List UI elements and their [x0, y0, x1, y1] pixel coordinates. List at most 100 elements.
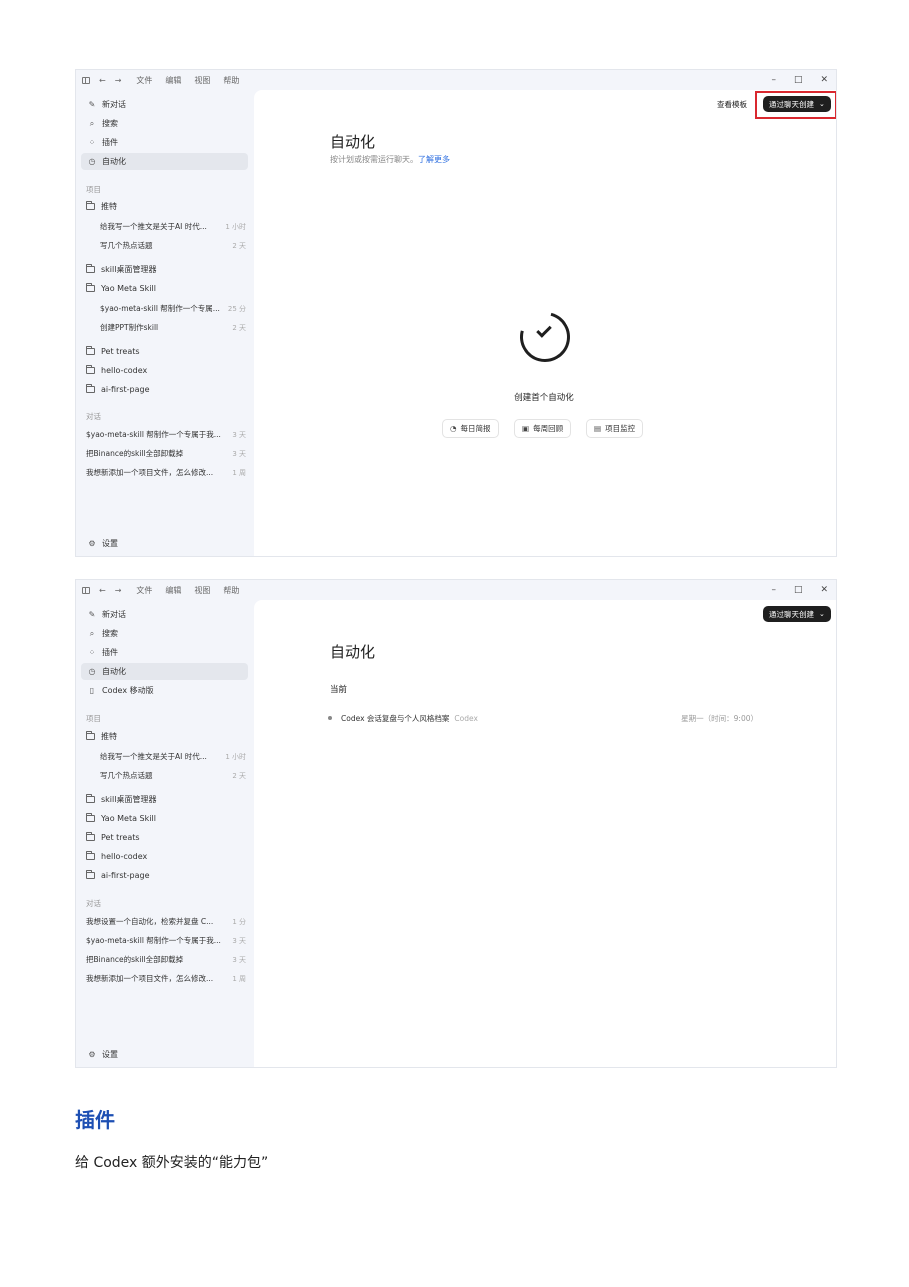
folder-icon	[86, 384, 95, 393]
conversation-item[interactable]: 把Binance的skill全部卸载掉 3 天	[86, 445, 246, 462]
project-item[interactable]: ai-first-page	[81, 381, 248, 398]
sidebar-item-label: 自动化	[102, 667, 126, 676]
project-chat-item[interactable]: 给我写一个推文是关于AI 时代... 1 小时	[100, 218, 246, 235]
project-chat-item[interactable]: $yao-meta-skill 帮制作一个专属... 25 分	[100, 300, 246, 317]
conversation-item[interactable]: 我想新添加一个项目文件，怎么修改... 1 周	[86, 464, 246, 481]
menu-view[interactable]: 视图	[194, 585, 210, 596]
back-arrow-icon[interactable]: ←	[99, 586, 106, 595]
template-chip-weekly-review[interactable]: ▣ 每周回顾	[514, 419, 572, 438]
project-item[interactable]: hello-codex	[81, 362, 248, 379]
folder-icon	[86, 201, 95, 210]
project-label: skill桌面管理器	[101, 795, 157, 804]
close-icon[interactable]: ✕	[820, 585, 828, 595]
project-label: hello-codex	[101, 366, 148, 375]
sidebar-item-plugins[interactable]: ⁘ 插件	[81, 134, 248, 151]
sidebar-item-search[interactable]: ⌕ 搜索	[81, 115, 248, 132]
folder-icon	[86, 794, 95, 803]
chip-label: 每日简报	[460, 424, 491, 433]
toggle-sidebar-icon[interactable]	[82, 586, 90, 594]
sidebar: ✎ 新对话 ⌕ 搜索 ⁘ 插件 ◷ 自动化 项目 推特 给我写一个推文是关于AI…	[76, 90, 254, 556]
chat-time: 1 分	[232, 917, 246, 926]
chat-label: $yao-meta-skill 帮制作一个专属于我...	[86, 936, 221, 945]
chip-label: 每周回顾	[533, 424, 564, 433]
project-chat-item[interactable]: 写几个热点话题 2 天	[100, 767, 246, 784]
template-chip-project-monitor[interactable]: ▤ 项目监控	[586, 419, 644, 438]
sidebar-item-automation[interactable]: ◷ 自动化	[81, 663, 248, 680]
view-templates-button[interactable]: 查看模板	[717, 99, 747, 110]
back-arrow-icon[interactable]: ←	[99, 76, 106, 85]
chevron-down-icon: ⌄	[819, 610, 825, 618]
menu-file[interactable]: 文件	[136, 585, 152, 596]
project-label: Yao Meta Skill	[101, 814, 156, 823]
automation-row[interactable]: Codex 会话复盘与个人风格档案 Codex 星期一（时间：9:00）	[328, 710, 758, 726]
chat-label: 写几个热点话题	[100, 241, 153, 250]
chat-label: 给我写一个推文是关于AI 时代...	[100, 752, 207, 761]
chat-label: 我想新添加一个项目文件，怎么修改...	[86, 468, 214, 477]
calendar-icon: ▣	[522, 424, 530, 433]
project-item[interactable]: skill桌面管理器	[81, 791, 248, 808]
learn-more-link[interactable]: 了解更多	[418, 155, 450, 164]
create-via-chat-button[interactable]: 通过聊天创建 ⌄	[763, 606, 831, 622]
window-titlebar: ← → 文件 编辑 视图 帮助 – □ ✕	[76, 580, 836, 600]
project-item[interactable]: ai-first-page	[81, 867, 248, 884]
maximize-icon[interactable]: □	[794, 75, 803, 85]
menu-help[interactable]: 帮助	[223, 585, 239, 596]
sidebar-item-new-chat[interactable]: ✎ 新对话	[81, 96, 248, 113]
maximize-icon[interactable]: □	[794, 585, 803, 595]
sidebar-item-automation[interactable]: ◷ 自动化	[81, 153, 248, 170]
sidebar-item-settings[interactable]: ⚙ 设置	[81, 535, 248, 552]
window-titlebar: ← → 文件 编辑 视图 帮助 – □ ✕	[76, 70, 836, 90]
sidebar-item-new-chat[interactable]: ✎ 新对话	[81, 606, 248, 623]
project-chat-item[interactable]: 创建PPT制作skill 2 天	[100, 319, 246, 336]
automation-schedule: 星期一（时间：9:00）	[681, 713, 758, 723]
sidebar-item-codex-mobile[interactable]: ▯ Codex 移动版	[81, 682, 248, 699]
conversation-item[interactable]: 我想设置一个自动化，检索并复盘 C... 1 分	[86, 913, 246, 930]
conversation-item[interactable]: 我想新添加一个项目文件，怎么修改... 1 周	[86, 970, 246, 987]
chat-time: 1 小时	[225, 222, 246, 231]
template-chip-daily-brief[interactable]: ◔ 每日简报	[442, 419, 499, 438]
section-heading: 插件	[75, 1108, 115, 1132]
grid-icon: ⁘	[88, 138, 96, 147]
menu-edit[interactable]: 编辑	[165, 75, 181, 86]
search-icon: ⌕	[89, 118, 95, 128]
phone-icon: ▯	[89, 686, 95, 695]
sidebar-item-plugins[interactable]: ⁘ 插件	[81, 644, 248, 661]
project-item[interactable]: 推特	[81, 728, 248, 745]
project-item[interactable]: Yao Meta Skill	[81, 810, 248, 827]
project-item[interactable]: skill桌面管理器	[81, 261, 248, 278]
sidebar-item-settings[interactable]: ⚙ 设置	[81, 1046, 248, 1063]
project-item[interactable]: Pet treats	[81, 829, 248, 846]
automation-source: Codex	[454, 713, 478, 723]
project-item[interactable]: Pet treats	[81, 343, 248, 360]
screenshot-automation-list: ← → 文件 编辑 视图 帮助 – □ ✕ ✎ 新对话 ⌕ 搜索 ⁘ 插件 ◷ …	[75, 579, 837, 1068]
menu-edit[interactable]: 编辑	[165, 585, 181, 596]
forward-arrow-icon[interactable]: →	[115, 586, 122, 595]
sidebar-item-search[interactable]: ⌕ 搜索	[81, 625, 248, 642]
folder-icon	[86, 283, 95, 292]
project-chat-item[interactable]: 给我写一个推文是关于AI 时代... 1 小时	[100, 748, 246, 765]
folder-icon	[86, 851, 95, 860]
conversation-item[interactable]: $yao-meta-skill 帮制作一个专属于我... 3 天	[86, 932, 246, 949]
conversation-item[interactable]: $yao-meta-skill 帮制作一个专属于我... 3 天	[86, 426, 246, 443]
compose-icon: ✎	[88, 610, 96, 619]
project-chat-item[interactable]: 写几个热点话题 2 天	[100, 237, 246, 254]
projects-section-label: 项目	[86, 714, 101, 723]
menu-view[interactable]: 视图	[194, 75, 210, 86]
chat-label: 创建PPT制作skill	[100, 323, 159, 332]
menu-file[interactable]: 文件	[136, 75, 152, 86]
toggle-sidebar-icon[interactable]	[82, 76, 90, 84]
minimize-icon[interactable]: –	[771, 585, 776, 595]
chat-time: 1 小时	[225, 752, 246, 761]
project-item[interactable]: Yao Meta Skill	[81, 280, 248, 297]
folder-icon	[86, 813, 95, 822]
sidebar-item-label: 设置	[102, 539, 118, 548]
project-item[interactable]: 推特	[81, 198, 248, 215]
forward-arrow-icon[interactable]: →	[115, 76, 122, 85]
project-item[interactable]: hello-codex	[81, 848, 248, 865]
close-icon[interactable]: ✕	[820, 75, 828, 85]
clock-icon: ◷	[88, 157, 96, 166]
menu-help[interactable]: 帮助	[223, 75, 239, 86]
project-label: ai-first-page	[101, 385, 150, 394]
minimize-icon[interactable]: –	[771, 75, 776, 85]
conversation-item[interactable]: 把Binance的skill全部卸载掉 3 天	[86, 951, 246, 968]
